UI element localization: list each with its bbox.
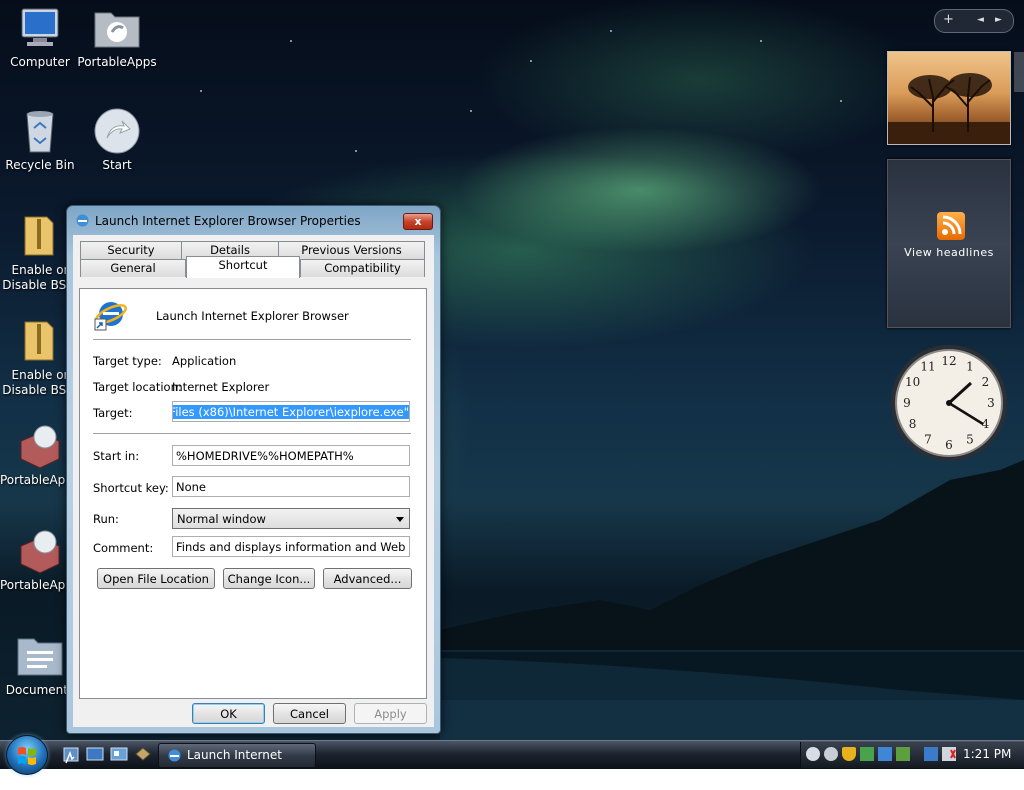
quick-launch-app-icon-2[interactable] xyxy=(134,746,152,762)
desktop-icon-computer[interactable]: Computer xyxy=(0,5,80,70)
clock-number: 12 xyxy=(941,354,956,368)
comment-input[interactable]: Finds and displays information and Web s… xyxy=(172,536,410,557)
package-icon xyxy=(15,528,65,574)
clock-number: 3 xyxy=(987,396,995,410)
recycle-bin-icon xyxy=(15,108,65,154)
clock-gadget[interactable]: 12 1234567891011 xyxy=(889,342,1009,464)
tab-general[interactable]: General xyxy=(80,259,186,277)
shortcut-key-label: Shortcut key: xyxy=(93,481,169,495)
close-button[interactable]: x xyxy=(403,213,433,230)
slideshow-gadget[interactable] xyxy=(887,51,1011,145)
clock-number: 10 xyxy=(905,375,920,389)
tree-photo xyxy=(888,73,1010,144)
tray-app-icon[interactable] xyxy=(860,747,874,761)
shortcut-tab-panel: Launch Internet Explorer Browser Target … xyxy=(79,288,427,699)
tray-app-icon[interactable] xyxy=(824,747,838,761)
taskbar-window-label: Launch Internet Expl... xyxy=(187,748,282,785)
tray-app-icon[interactable] xyxy=(806,747,820,761)
taskbar: Launch Internet Expl... 1:21 PM xyxy=(0,735,1024,785)
start-app-icon xyxy=(92,108,142,154)
next-page-button[interactable]: ► xyxy=(995,15,1002,25)
dialog-titlebar[interactable]: Launch Internet Explorer Browser Propert… xyxy=(67,206,440,234)
sidebar-controls: + ◄ ► xyxy=(934,9,1014,33)
clock-number: 8 xyxy=(909,417,917,431)
shortcut-name: Launch Internet Explorer Browser xyxy=(156,309,349,323)
package-icon xyxy=(15,423,65,469)
zip-folder-icon xyxy=(15,318,65,364)
chevron-down-icon xyxy=(396,517,404,522)
dialog-title: Launch Internet Explorer Browser Propert… xyxy=(95,214,361,228)
clock-number: 2 xyxy=(982,375,990,389)
network-icon[interactable] xyxy=(924,747,938,761)
start-in-input[interactable]: %HOMEDRIVE%%HOMEPATH% xyxy=(172,445,410,466)
desktop-icon-label: Recycle Bin xyxy=(5,158,75,172)
computer-icon xyxy=(15,5,65,51)
tab-shortcut[interactable]: Shortcut xyxy=(186,256,300,278)
clock-number: 6 xyxy=(945,438,953,452)
start-button[interactable] xyxy=(6,735,48,775)
open-file-location-button[interactable]: Open File Location xyxy=(97,568,215,589)
tab-security[interactable]: Security xyxy=(80,241,182,259)
zip-folder-icon xyxy=(15,213,65,259)
tab-compatibility[interactable]: Compatibility xyxy=(300,259,425,277)
cancel-button[interactable]: Cancel xyxy=(273,703,346,724)
desktop-icon-start[interactable]: Start xyxy=(77,108,157,173)
quick-launch-app-icon[interactable] xyxy=(110,746,128,762)
desktop-icon-label: Computer xyxy=(10,55,70,69)
windows-logo-icon xyxy=(18,747,36,765)
advanced-button[interactable]: Advanced... xyxy=(323,568,412,589)
target-location-label: Target location: xyxy=(93,380,182,394)
clock-number: 1 xyxy=(966,360,974,374)
target-input[interactable]: Program Files (x86)\Internet Explorer\ie… xyxy=(172,401,410,422)
feed-headlines-gadget[interactable]: View headlines xyxy=(887,159,1011,328)
tab-previous-versions[interactable]: Previous Versions xyxy=(278,241,425,259)
desktop-icon-recycle-bin[interactable]: Recycle Bin xyxy=(0,108,80,173)
target-input-value: Program Files (x86)\Internet Explorer\ie… xyxy=(173,405,409,419)
run-select-value: Normal window xyxy=(177,512,266,526)
internet-explorer-icon xyxy=(94,297,128,331)
show-desktop-icon[interactable] xyxy=(62,746,80,764)
tray-app-icon[interactable] xyxy=(878,747,892,761)
taskbar-clock[interactable]: 1:21 PM xyxy=(963,747,1011,761)
clock-number: 7 xyxy=(924,432,932,446)
apply-button[interactable]: Apply xyxy=(354,703,427,724)
clock-number: 5 xyxy=(966,432,974,446)
documents-folder-icon xyxy=(15,633,65,679)
target-type-value: Application xyxy=(172,354,237,368)
desktop-icon-portableapps[interactable]: PortableApps xyxy=(77,5,157,70)
add-gadget-button[interactable]: + xyxy=(943,12,954,27)
previous-page-button[interactable]: ◄ xyxy=(977,15,984,25)
shortcut-key-input[interactable]: None xyxy=(172,476,410,497)
ok-button[interactable]: OK xyxy=(192,703,265,724)
folder-icon xyxy=(92,5,142,51)
rss-icon xyxy=(937,212,965,240)
shortcut-properties-icon xyxy=(75,213,90,228)
switch-windows-icon[interactable] xyxy=(86,746,104,762)
desktop-icon-label: PortableApps xyxy=(77,55,157,69)
run-select[interactable]: Normal window xyxy=(172,508,410,529)
clock-number: 11 xyxy=(920,360,935,374)
separator xyxy=(93,433,411,434)
target-location-value: Internet Explorer xyxy=(172,380,270,394)
separator xyxy=(93,339,411,340)
properties-dialog[interactable]: Launch Internet Explorer Browser Propert… xyxy=(66,205,441,734)
shortcut-properties-icon xyxy=(167,748,182,763)
dialog-client-area: Security Details Previous Versions Gener… xyxy=(73,235,434,727)
view-headlines-link[interactable]: View headlines xyxy=(888,246,1010,259)
change-icon-button[interactable]: Change Icon... xyxy=(223,568,315,589)
desktop-icon-label: Start xyxy=(102,158,132,172)
target-type-label: Target type: xyxy=(93,354,162,368)
comment-label: Comment: xyxy=(93,541,154,555)
taskbar-window-button[interactable]: Launch Internet Expl... xyxy=(158,743,316,785)
start-in-label: Start in: xyxy=(93,449,140,463)
clock-number: 9 xyxy=(903,396,911,410)
security-shield-icon[interactable] xyxy=(842,747,856,761)
volume-muted-icon[interactable] xyxy=(942,747,956,761)
target-label: Target: xyxy=(93,406,133,420)
gadget-handle[interactable] xyxy=(1014,52,1024,92)
tray-app-icon[interactable] xyxy=(896,747,910,761)
run-label: Run: xyxy=(93,512,119,526)
